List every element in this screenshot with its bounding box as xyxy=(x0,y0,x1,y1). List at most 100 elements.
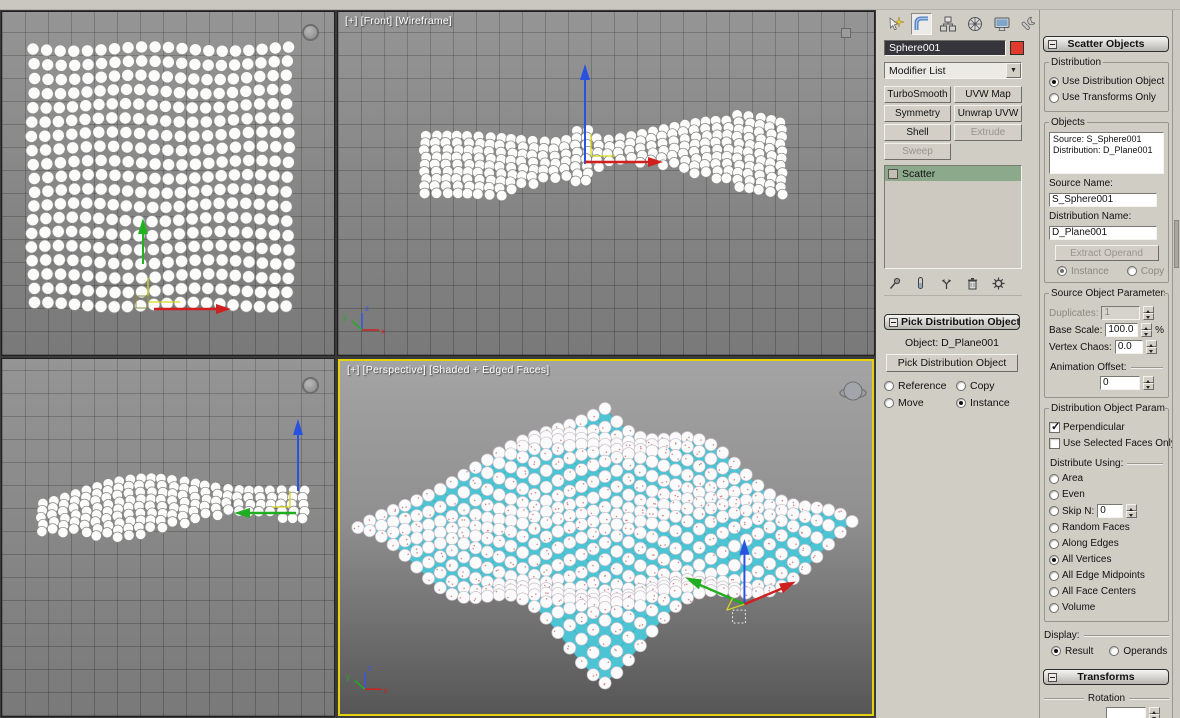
radio-even[interactable]: Even xyxy=(1049,488,1164,501)
radio-label: Result xyxy=(1065,645,1094,657)
steering-wheel-icon[interactable] xyxy=(302,24,319,41)
viewport-front[interactable]: [+] [Front] [Wireframe] z x y xyxy=(337,11,875,356)
spinner[interactable] xyxy=(1126,504,1138,518)
object-name-field[interactable]: Sphere001 xyxy=(884,40,1006,56)
checkbox-icon xyxy=(1049,420,1060,433)
scrollbar-thumb[interactable] xyxy=(1174,220,1179,268)
modifier-stack-item-scatter[interactable]: Scatter xyxy=(885,166,1021,181)
rotation-x-field[interactable] xyxy=(1106,707,1146,718)
modify-tab-icon[interactable] xyxy=(910,13,933,35)
radio-use-distribution-object[interactable]: Use Distribution Object xyxy=(1049,75,1164,88)
spinner-up-icon[interactable] xyxy=(1126,504,1138,511)
viewcube-icon[interactable] xyxy=(838,379,868,405)
list-item[interactable]: Distribution: D_Plane001 xyxy=(1053,145,1160,156)
spinner-up-icon[interactable] xyxy=(1149,707,1160,714)
vertex-chaos-field[interactable]: 0.0 xyxy=(1114,340,1143,354)
radio-volume[interactable]: Volume xyxy=(1049,601,1164,614)
objects-listbox[interactable]: Source: S_Sphere001 Distribution: D_Plan… xyxy=(1049,132,1164,174)
modifier-button-uvwmap[interactable]: UVW Map xyxy=(954,86,1022,103)
motion-tab-icon[interactable] xyxy=(964,13,986,35)
skip-n-field[interactable]: 0 xyxy=(1097,504,1124,518)
list-item[interactable]: Source: S_Sphere001 xyxy=(1053,134,1160,145)
spinner[interactable] xyxy=(1145,340,1157,354)
spinner-down-icon[interactable] xyxy=(1149,714,1160,718)
radio-along-edges[interactable]: Along Edges xyxy=(1049,537,1164,550)
radio-copy[interactable]: Copy xyxy=(956,380,1020,392)
spinner-up-icon[interactable] xyxy=(1141,323,1153,330)
show-end-result-icon[interactable] xyxy=(910,274,931,292)
spinner[interactable] xyxy=(1143,306,1155,320)
group-label: Objects xyxy=(1049,117,1087,128)
radio-use-transforms-only[interactable]: Use Transforms Only xyxy=(1049,91,1164,104)
modifier-button-unwrapuvw[interactable]: Unwrap UVW xyxy=(954,105,1022,122)
radio-icon xyxy=(1049,538,1059,549)
viewport-left[interactable] xyxy=(1,358,335,717)
viewport-label-perspective[interactable]: [+] [Perspective] [Shaded + Edged Faces] xyxy=(347,364,549,376)
spinner[interactable] xyxy=(1143,376,1154,390)
create-tab-icon[interactable] xyxy=(884,13,906,35)
make-unique-icon[interactable] xyxy=(936,274,957,292)
spinner-up-icon[interactable] xyxy=(1143,306,1155,313)
configure-modifier-sets-icon[interactable] xyxy=(988,274,1009,292)
pick-distribution-rollout-header[interactable]: Pick Distribution Object xyxy=(884,314,1020,330)
modifier-button-symmetry[interactable]: Symmetry xyxy=(884,105,951,122)
vertex-chaos-label: Vertex Chaos: xyxy=(1049,341,1112,353)
spinner-up-icon[interactable] xyxy=(1145,340,1157,347)
checkbox-use-selected-faces-only[interactable]: Use Selected Faces Only xyxy=(1049,437,1172,450)
radio-all-face-centers[interactable]: All Face Centers xyxy=(1049,585,1164,598)
radio-skip-n[interactable]: Skip N: 0 xyxy=(1049,504,1164,518)
animation-offset-field[interactable]: 0 xyxy=(1100,376,1140,390)
transforms-rollout-header[interactable]: Transforms xyxy=(1043,669,1169,685)
viewport-widget-icon[interactable] xyxy=(841,28,851,38)
viewport-label-front[interactable]: [+] [Front] [Wireframe] xyxy=(345,15,452,27)
radio-reference[interactable]: Reference xyxy=(884,380,956,392)
radio-instance[interactable]: Instance xyxy=(956,397,1020,409)
radio-icon xyxy=(1049,489,1059,500)
radio-move[interactable]: Move xyxy=(884,397,956,409)
spinner-down-icon[interactable] xyxy=(1143,313,1155,320)
distribution-name-field[interactable]: D_Plane001 xyxy=(1049,226,1157,240)
utilities-tab-icon[interactable] xyxy=(1017,13,1039,35)
checkbox-perpendicular[interactable]: Perpendicular xyxy=(1049,420,1164,434)
radio-label: Volume xyxy=(1062,602,1096,613)
modifier-list-dropdown[interactable]: Modifier List ▼ xyxy=(884,62,1022,79)
modifier-button-shell[interactable]: Shell xyxy=(884,124,951,141)
spinner-down-icon[interactable] xyxy=(1126,511,1138,518)
object-color-swatch[interactable] xyxy=(1010,41,1024,55)
radio-operands[interactable]: Operands xyxy=(1109,645,1167,657)
base-scale-field[interactable]: 100.0 xyxy=(1105,323,1139,337)
radio-all-vertices[interactable]: All Vertices xyxy=(1049,553,1164,566)
main-toolbar-strip xyxy=(0,0,1180,10)
spinner[interactable] xyxy=(1149,707,1160,718)
viewport-top[interactable] xyxy=(1,11,335,356)
pin-stack-icon[interactable] xyxy=(884,274,905,292)
radio-result[interactable]: Result xyxy=(1051,645,1093,657)
display-tab-icon[interactable] xyxy=(991,13,1013,35)
radio-icon xyxy=(884,381,894,391)
collapse-minus-icon[interactable] xyxy=(889,317,898,327)
modifier-button-turbosmooth[interactable]: TurboSmooth xyxy=(884,86,951,103)
radio-label: Instance xyxy=(1071,265,1109,277)
spinner-down-icon[interactable] xyxy=(1141,330,1153,337)
scatter-objects-rollout-header[interactable]: Scatter Objects xyxy=(1043,36,1169,52)
spinner-down-icon[interactable] xyxy=(1145,347,1157,354)
hierarchy-tab-icon[interactable] xyxy=(937,13,959,35)
spinner-down-icon[interactable] xyxy=(1143,383,1154,390)
radio-all-edge-midpoints[interactable]: All Edge Midpoints xyxy=(1049,569,1164,582)
source-name-label: Source Name: xyxy=(1049,178,1113,189)
collapse-minus-icon[interactable] xyxy=(1048,672,1057,682)
viewport-perspective[interactable]: [+] [Perspective] [Shaded + Edged Faces]… xyxy=(338,359,874,716)
modifier-stack[interactable]: Scatter xyxy=(884,165,1022,269)
panel-scrollbar[interactable] xyxy=(1172,10,1180,718)
remove-modifier-icon[interactable] xyxy=(962,274,983,292)
pick-distribution-object-button[interactable]: Pick Distribution Object xyxy=(886,354,1018,372)
source-name-field[interactable]: S_Sphere001 xyxy=(1049,193,1157,207)
spinner-up-icon[interactable] xyxy=(1143,376,1154,383)
radio-icon xyxy=(1126,266,1137,276)
extract-operand-button: Extract Operand xyxy=(1054,245,1159,261)
collapse-minus-icon[interactable] xyxy=(1048,39,1057,49)
radio-area[interactable]: Area xyxy=(1049,472,1164,485)
radio-random-faces[interactable]: Random Faces xyxy=(1049,521,1164,534)
steering-wheel-icon[interactable] xyxy=(302,377,319,394)
spinner[interactable] xyxy=(1141,323,1153,337)
